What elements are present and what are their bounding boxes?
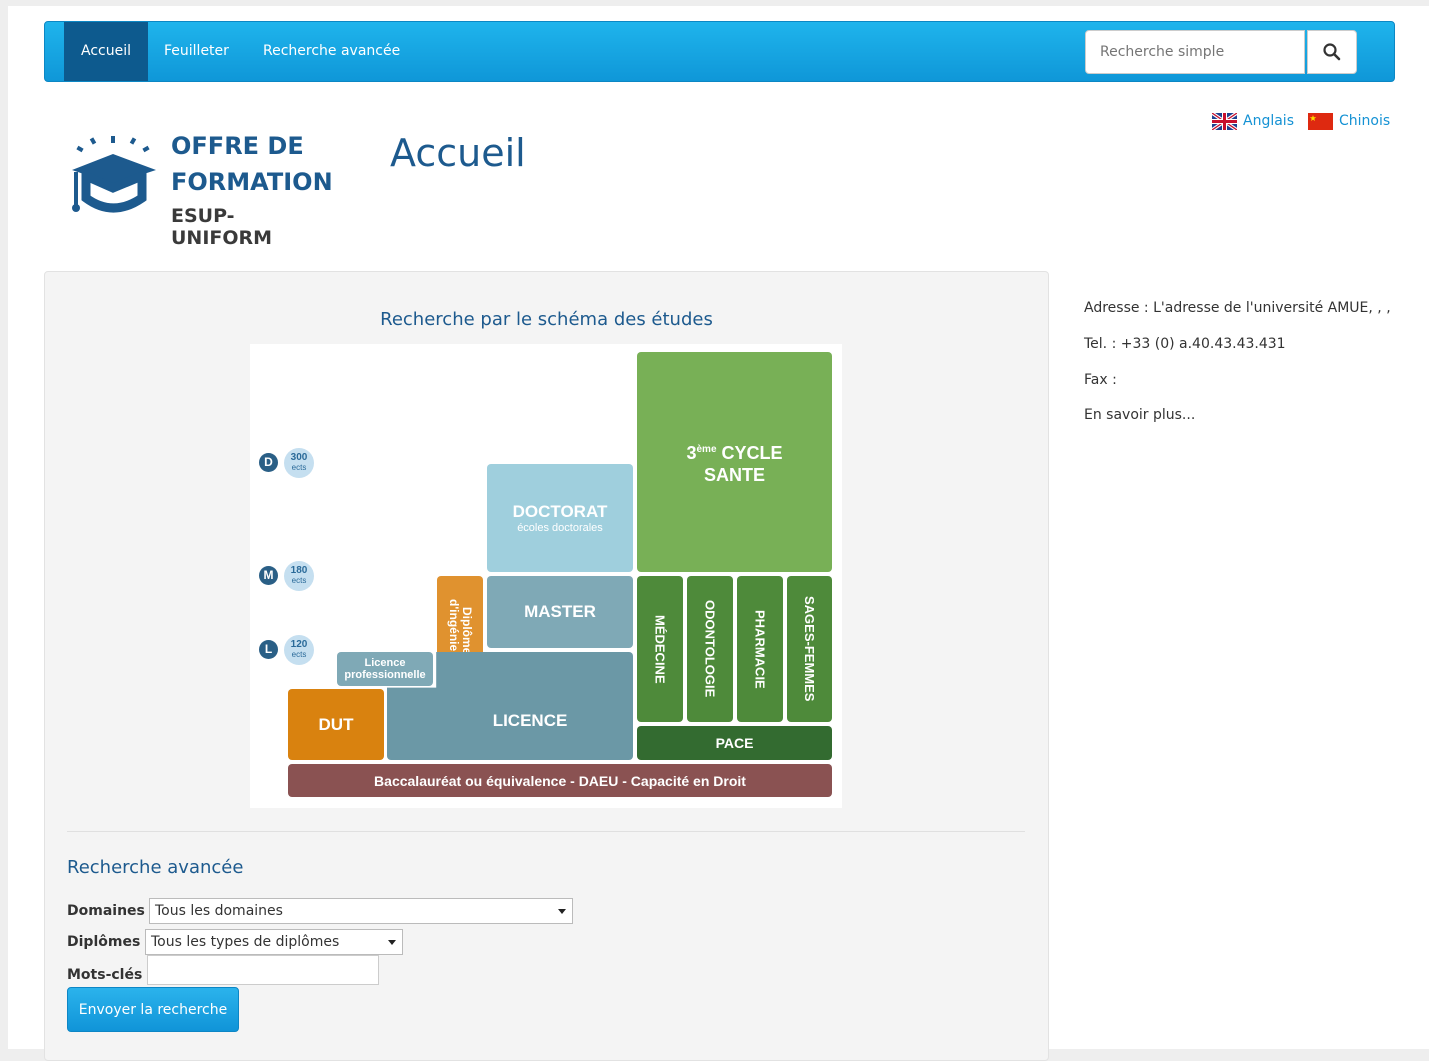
study-schema: D 300 ects M 180 ects L 120 ects 3ème CYCLE…: [250, 344, 842, 808]
search-button[interactable]: [1307, 30, 1357, 74]
lang-chinese-link[interactable]: Chinois: [1308, 110, 1390, 132]
ects-120-badge: 120 ects: [284, 635, 314, 665]
nav-item-accueil[interactable]: Accueil: [64, 22, 148, 81]
ects-120-unit: ects: [291, 650, 307, 659]
block-pace[interactable]: PACE: [637, 726, 832, 760]
uk-flag-icon: [1212, 112, 1237, 130]
sidebar-tel: Tel. : +33 (0) a.40.43.43.431: [1084, 336, 1286, 352]
logo-line-2: FORMATION: [171, 168, 333, 196]
cycle-sante-line-2: SANTE: [703, 464, 765, 485]
licence-label: LICENCE: [492, 711, 568, 730]
navbar: Accueil Feuilleter Recherche avancée: [44, 21, 1395, 82]
chevron-down-icon: [388, 940, 396, 945]
main-panel: Recherche par le schéma des études D 300…: [44, 271, 1049, 1061]
diplomes-select-value: Tous les types de diplômes: [151, 934, 340, 950]
ects-300-value: 300: [290, 452, 308, 463]
lang-english-link[interactable]: Anglais: [1212, 110, 1294, 132]
china-flag-icon: [1308, 112, 1333, 130]
ects-300-unit: ects: [291, 463, 307, 472]
cycle-sante-line-1: 3ème CYCLE: [686, 442, 783, 463]
page: Accueil Feuilleter Recherche avancée OFF…: [8, 6, 1429, 1061]
advanced-search-title: Recherche avancée: [67, 857, 244, 878]
block-licence-professionnelle[interactable]: Licence professionnelle: [337, 652, 433, 686]
search-icon: [1323, 43, 1341, 61]
sidebar-more-link[interactable]: En savoir plus...: [1084, 407, 1195, 423]
pharmacie-label: PHARMACIE: [752, 609, 768, 689]
lang-english-label: Anglais: [1243, 113, 1294, 129]
diplomes-label: Diplômes :: [67, 934, 151, 950]
block-baccalaureat[interactable]: Baccalauréat ou équivalence - DAEU - Cap…: [288, 764, 832, 797]
block-doctorat[interactable]: DOCTORAT écoles doctorales: [487, 464, 633, 572]
logo-line-3: ESUP-UNIFORM: [171, 205, 273, 249]
page-title: Accueil: [390, 131, 526, 175]
lang-chinese-label: Chinois: [1339, 113, 1391, 129]
level-m-marker: M: [259, 566, 278, 585]
divider: [67, 831, 1025, 832]
block-medecine[interactable]: MÉDECINE: [637, 576, 683, 722]
block-3eme-cycle-sante[interactable]: 3ème CYCLE SANTE: [637, 352, 832, 572]
nav-item-recherche-avancee[interactable]: Recherche avancée: [246, 22, 417, 81]
search-input[interactable]: [1085, 30, 1305, 74]
schema-title: Recherche par le schéma des études: [380, 309, 713, 330]
logo-line-1: OFFRE DE: [171, 132, 304, 160]
domaines-select[interactable]: Tous les domaines: [149, 898, 573, 924]
ects-120-value: 120: [290, 639, 308, 650]
diplomes-select[interactable]: Tous les types de diplômes: [145, 929, 403, 955]
medecine-label: MÉDECINE: [652, 614, 668, 684]
sidebar-address: Adresse : L'adresse de l'université AMUE…: [1084, 300, 1391, 316]
submit-search-button[interactable]: Envoyer la recherche: [67, 987, 239, 1032]
sages-femmes-label: SAGES-FEMMES: [802, 596, 817, 702]
nav-item-feuilleter[interactable]: Feuilleter: [147, 22, 246, 81]
mots-cles-input[interactable]: [147, 955, 379, 985]
mots-cles-label: Mots-clés :: [67, 967, 153, 983]
chevron-down-icon: [558, 909, 566, 914]
block-master[interactable]: MASTER: [487, 576, 633, 648]
domaines-select-value: Tous les domaines: [155, 903, 283, 919]
ects-180-unit: ects: [291, 576, 307, 585]
graduation-cap-icon: [72, 136, 156, 213]
level-l-marker: L: [259, 640, 278, 659]
odontologie-label: ODONTOLOGIE: [702, 600, 718, 698]
ects-180-value: 180: [290, 565, 308, 576]
doctorat-sublabel: écoles doctorales: [517, 522, 603, 534]
block-sages-femmes[interactable]: SAGES-FEMMES: [787, 576, 832, 722]
ects-300-badge: 300 ects: [284, 448, 314, 478]
sidebar-fax: Fax :: [1084, 372, 1117, 388]
doctorat-label: DOCTORAT: [512, 502, 608, 521]
level-d-marker: D: [259, 453, 278, 472]
block-odontologie[interactable]: ODONTOLOGIE: [687, 576, 733, 722]
logo[interactable]: OFFRE DE FORMATION ESUP-UNIFORM: [68, 126, 333, 249]
block-pharmacie[interactable]: PHARMACIE: [737, 576, 783, 722]
block-dut[interactable]: DUT: [288, 689, 384, 760]
ects-180-badge: 180 ects: [284, 561, 314, 591]
domaines-label: Domaines :: [67, 903, 156, 919]
